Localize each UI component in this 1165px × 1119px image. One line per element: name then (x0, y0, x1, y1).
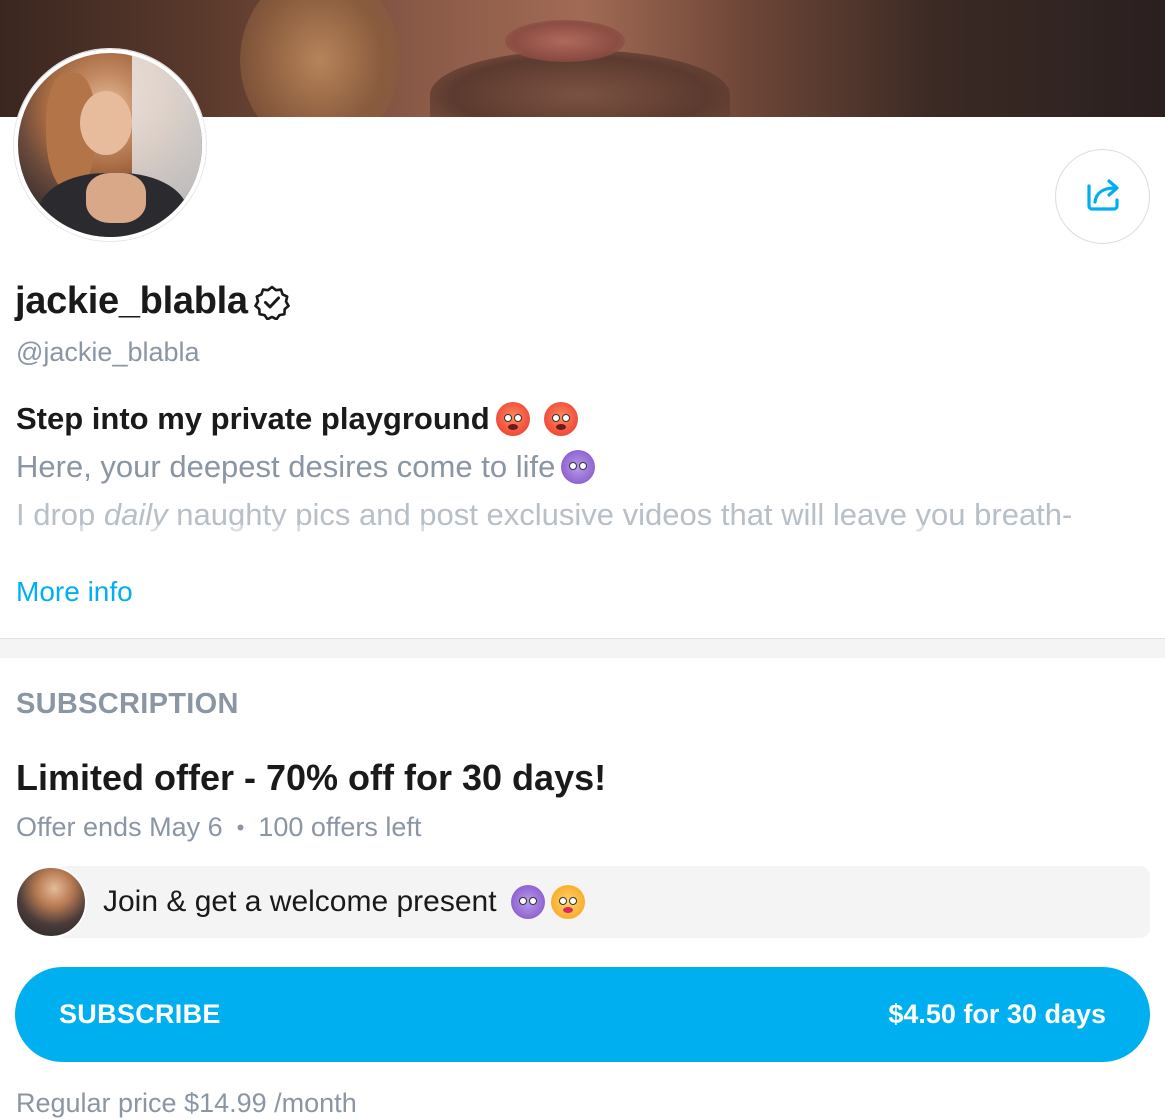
avatar[interactable] (15, 866, 87, 938)
bio: Step into my private playground Here, yo… (16, 395, 1146, 539)
welcome-text-row: Join & get a welcome present (103, 885, 585, 919)
kissing-face-emoji-icon (550, 885, 585, 919)
subscribe-price: $4.50 for 30 days (888, 999, 1106, 1029)
meta-separator: • (236, 814, 245, 840)
offer-ends: Offer ends May 6 (16, 812, 223, 842)
subscription-section-label: SUBSCRIPTION (16, 688, 239, 720)
avatar-chest (86, 173, 146, 223)
bio-line-2: Here, your deepest desires come to life (16, 443, 1146, 491)
welcome-text: Join & get a welcome present (103, 885, 497, 918)
username-handle: @jackie_blabla (16, 337, 200, 367)
share-button[interactable] (1055, 149, 1150, 244)
offers-left: 100 offers left (258, 812, 422, 842)
cover-hair-shape (240, 0, 400, 117)
smiling-devil-emoji-icon (561, 450, 596, 484)
offer-title: Limited offer - 70% off for 30 days! (16, 757, 607, 798)
bio-line-1: Step into my private playground (16, 395, 1146, 443)
profile-avatar[interactable] (14, 49, 206, 241)
regular-price: Regular price $14.99 /month (16, 1088, 357, 1118)
share-icon (1083, 174, 1123, 219)
bio-line-1-text: Step into my private playground (16, 401, 490, 436)
smiling-devil-emoji-icon (510, 885, 545, 919)
bio-line-2-text: Here, your deepest desires come to life (16, 449, 556, 484)
subscribe-label: SUBSCRIBE (59, 999, 221, 1029)
display-name: jackie_blabla (15, 280, 248, 322)
hot-face-emoji-icon (543, 402, 578, 436)
more-info-link[interactable]: More info (16, 576, 133, 608)
offer-meta: Offer ends May 6 • 100 offers left (16, 812, 421, 843)
subscribe-button[interactable]: SUBSCRIBE $4.50 for 30 days (15, 967, 1150, 1062)
welcome-message: Join & get a welcome present (15, 866, 1150, 938)
avatar-face (80, 91, 132, 155)
verified-badge-icon (253, 284, 290, 320)
hot-face-emoji-icon (495, 402, 530, 436)
cover-lips-shape (505, 20, 625, 62)
section-divider (0, 638, 1165, 658)
name-row: jackie_blabla (15, 280, 290, 323)
bio-fade-overlay (0, 525, 1165, 565)
